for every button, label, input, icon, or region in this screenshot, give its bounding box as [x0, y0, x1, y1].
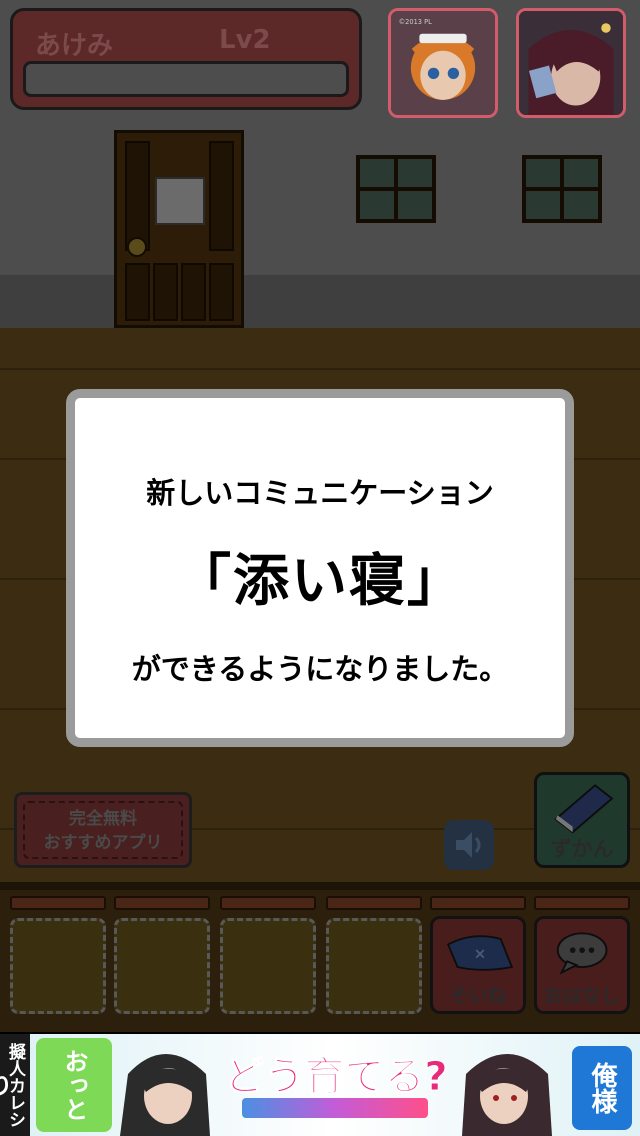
pillow-icon	[446, 935, 514, 971]
popup-highlight: 「添い寝」	[175, 549, 465, 614]
ohanashi-label: おはなし	[543, 985, 620, 1007]
popup-message-line3: ができるようになりました。	[131, 652, 509, 686]
game-scene: あけみ Lv2 ©2013 PL 完全無料 おすすめアプリ ずかん そいね おは…	[0, 0, 640, 1136]
zukan-label: ずかん	[550, 837, 614, 861]
popup-message-line1: 新しいコミュニケーション	[146, 476, 494, 510]
zukan-button[interactable]: ずかん	[534, 772, 630, 868]
ad-character-left-icon	[120, 1054, 210, 1136]
portrait-credit: ©2013 PL	[399, 18, 433, 26]
slot-tab	[430, 896, 526, 910]
character-portrait-2[interactable]	[516, 8, 626, 118]
empty-item-slot[interactable]	[220, 918, 316, 1014]
character-level: Lv2	[219, 25, 271, 55]
free-apps-button[interactable]: 完全無料 おすすめアプリ	[14, 792, 192, 868]
empty-item-slot[interactable]	[326, 918, 422, 1014]
slot-tab	[10, 896, 106, 910]
empty-item-slot[interactable]	[10, 918, 106, 1014]
room-baseboard	[0, 275, 640, 330]
speech-bubble-icon	[556, 932, 608, 975]
calendar-sign-icon	[155, 177, 205, 225]
ohanashi-button[interactable]: おはなし	[534, 916, 630, 1014]
status-panel: あけみ Lv2	[10, 8, 362, 110]
book-icon	[554, 784, 614, 834]
character-portrait-1[interactable]: ©2013 PL	[388, 8, 498, 118]
slot-tab	[114, 896, 210, 910]
speaker-icon	[456, 832, 481, 858]
empty-item-slot[interactable]	[114, 918, 210, 1014]
ad-arrow-icon	[242, 1098, 428, 1118]
ad-right-badge: 俺様	[572, 1046, 632, 1130]
sound-toggle-button[interactable]	[444, 820, 494, 870]
soine-label: そいね	[449, 985, 507, 1007]
ad-banner[interactable]: 擬人カレシ おっとり どう育てる? 俺様	[0, 1034, 640, 1136]
room-door[interactable]	[114, 130, 244, 328]
room-window-2	[522, 155, 602, 223]
ad-left-badge: おっとり	[0, 1038, 112, 1132]
slot-tab	[326, 896, 422, 910]
affection-bar	[23, 61, 349, 97]
ad-character-right-icon	[462, 1054, 552, 1136]
soine-button[interactable]: そいね	[430, 916, 526, 1014]
character-name: あけみ	[35, 31, 114, 61]
dark-hair-boy-icon	[519, 11, 623, 115]
new-communication-popup[interactable]: 新しいコミュニケーション 「添い寝」 ができるようになりました。	[66, 389, 574, 747]
room-window-1	[356, 155, 436, 223]
door-knob-icon	[127, 237, 147, 257]
ad-title: どう育てる?	[224, 1054, 448, 1101]
orange-hair-girl-icon: ©2013 PL	[391, 11, 495, 115]
slot-tab	[220, 896, 316, 910]
slot-tab	[534, 896, 630, 910]
